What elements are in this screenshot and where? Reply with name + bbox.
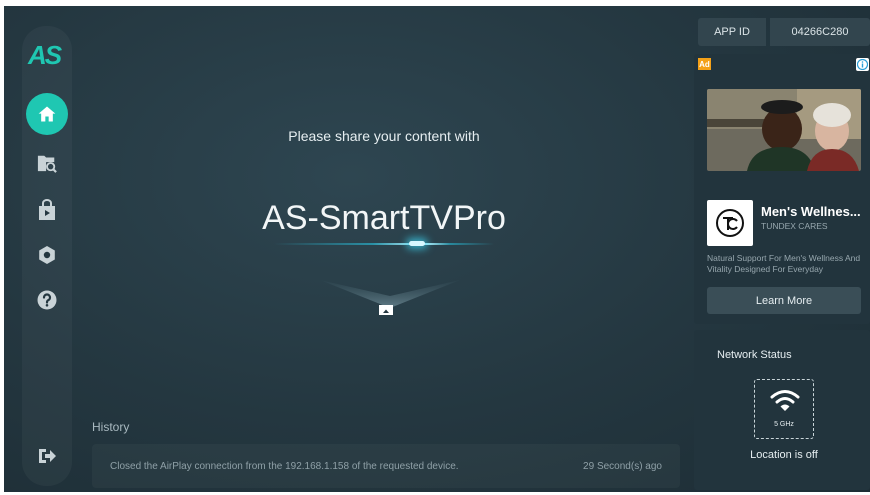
app-id-value: 04266C280 xyxy=(770,18,870,46)
location-status: Location is off xyxy=(750,449,818,461)
nav-files-button[interactable] xyxy=(33,149,61,177)
ad-subtitle: TUNDEX CARES xyxy=(761,221,828,231)
nav-cast-button[interactable] xyxy=(33,196,61,224)
exit-icon xyxy=(39,449,56,463)
app-window: AS Please share your content with AS-Sma… xyxy=(4,6,870,492)
airplay-icon xyxy=(379,305,393,315)
ad-brand-logo xyxy=(707,200,753,246)
device-name: AS-SmartTVPro xyxy=(262,199,506,237)
ad-info-button[interactable] xyxy=(856,58,869,71)
glow-divider xyxy=(274,243,494,245)
ad-image[interactable] xyxy=(707,89,861,171)
share-bag-icon xyxy=(39,199,55,220)
ad-title: Men's Wellnes... xyxy=(761,204,861,219)
folder-search-icon xyxy=(37,155,57,173)
ad-badge: Ad xyxy=(698,58,711,70)
nav-home-button[interactable] xyxy=(26,93,68,135)
share-instruction: Please share your content with xyxy=(288,128,480,144)
question-icon xyxy=(37,290,57,310)
learn-more-button[interactable]: Learn More xyxy=(707,287,861,314)
gear-icon xyxy=(39,246,55,264)
network-status-title: Network Status xyxy=(717,349,792,361)
info-icon xyxy=(857,59,868,70)
glow-highlight xyxy=(409,241,425,246)
app-id-label: APP ID xyxy=(698,18,766,46)
exit-button[interactable] xyxy=(33,442,61,470)
history-title: History xyxy=(92,420,130,434)
history-message: Closed the AirPlay connection from the 1… xyxy=(110,460,459,472)
history-time: 29 Second(s) ago xyxy=(583,460,662,472)
nav-help-button[interactable] xyxy=(33,286,61,314)
history-row[interactable]: Closed the AirPlay connection from the 1… xyxy=(92,444,680,488)
brand-logo-icon xyxy=(716,209,744,237)
home-icon xyxy=(38,106,56,122)
app-logo: AS xyxy=(28,40,62,70)
wifi-icon xyxy=(770,390,800,411)
wifi-band: 5 GHz xyxy=(774,421,794,428)
ad-description: Natural Support For Men's Wellness And V… xyxy=(707,253,861,274)
nav-settings-button[interactable] xyxy=(33,241,61,269)
